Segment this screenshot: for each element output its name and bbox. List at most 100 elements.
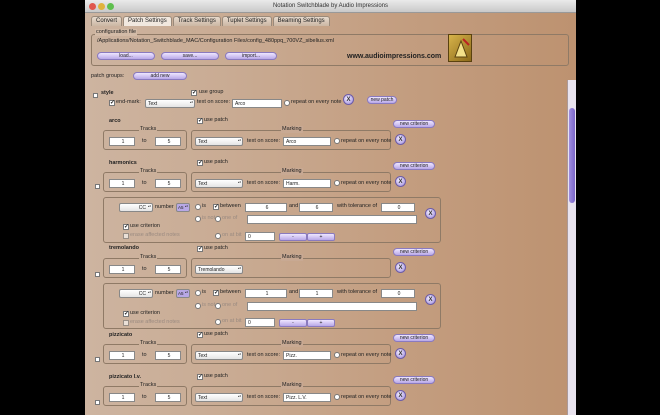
- arco-remove-button[interactable]: X: [395, 134, 406, 145]
- harmonics-one-of-radio[interactable]: [215, 216, 221, 222]
- new-patch-button[interactable]: new patch: [367, 96, 397, 104]
- zoom-window-button[interactable]: [107, 3, 114, 10]
- tremolando-expand-toggle[interactable]: [95, 272, 100, 277]
- arco-track-to[interactable]: 5: [155, 137, 181, 146]
- pizzicato-lv-repeat-radio[interactable]: [334, 394, 340, 400]
- tremolando-type-select[interactable]: Tremolando: [195, 265, 243, 274]
- harmonics-between-checkbox[interactable]: ✓: [213, 204, 219, 210]
- tremolando-number-select[interactable]: A5: [176, 289, 190, 298]
- tremolando-remove-button[interactable]: X: [395, 262, 406, 273]
- tremolando-bit-field[interactable]: 0: [245, 318, 275, 327]
- tremolando-between-low[interactable]: 1: [245, 289, 287, 298]
- tremolando-track-from[interactable]: 1: [109, 265, 135, 274]
- harmonics-one-of-field[interactable]: [247, 215, 417, 224]
- harmonics-track-to[interactable]: 5: [155, 179, 181, 188]
- arco-track-from[interactable]: 1: [109, 137, 135, 146]
- harmonics-between-low[interactable]: 6: [245, 203, 287, 212]
- pizzicato-lv-text-field[interactable]: Pizz. L.V.: [283, 393, 331, 402]
- tremolando-is-radio[interactable]: [195, 290, 201, 296]
- pizzicato-lv-track-to[interactable]: 5: [155, 393, 181, 402]
- tremolando-bit-radio[interactable]: [215, 319, 221, 325]
- harmonics-is-radio[interactable]: [195, 204, 201, 210]
- tab-convert[interactable]: Convert: [91, 16, 123, 26]
- tremolando-tolerance-field[interactable]: 0: [381, 289, 415, 298]
- use-group-checkbox[interactable]: ✓: [191, 90, 197, 96]
- harmonics-use-criterion-checkbox[interactable]: ✓: [123, 224, 129, 230]
- harmonics-bit-radio[interactable]: [215, 233, 221, 239]
- harmonics-bit-plus-button[interactable]: +: [307, 233, 335, 241]
- pizzicato-expand-toggle[interactable]: [95, 357, 100, 362]
- vertical-scrollbar[interactable]: [567, 80, 576, 415]
- harmonics-criterion-remove-button[interactable]: X: [425, 208, 436, 219]
- harmonics-type-select[interactable]: Text: [195, 179, 243, 188]
- harmonics-repeat-radio[interactable]: [334, 180, 340, 186]
- style-remove-button[interactable]: X: [343, 94, 354, 105]
- arco-use-patch-checkbox[interactable]: ✓: [197, 118, 203, 124]
- tremolando-use-criterion-checkbox[interactable]: ✓: [123, 311, 129, 317]
- tremolando-is-not-radio[interactable]: [195, 303, 201, 309]
- pizzicato-lv-expand-toggle[interactable]: [95, 400, 100, 405]
- style-repeat-radio[interactable]: [284, 100, 290, 106]
- pizzicato-lv-type-select[interactable]: Text: [195, 393, 243, 402]
- tremolando-track-to[interactable]: 5: [155, 265, 181, 274]
- harmonics-bit-field[interactable]: 0: [245, 232, 275, 241]
- import-button[interactable]: import...: [225, 52, 277, 60]
- close-window-button[interactable]: [89, 3, 96, 10]
- style-text-on-score-field[interactable]: Arco: [232, 99, 282, 108]
- tremolando-one-of-radio[interactable]: [215, 303, 221, 309]
- tremolando-cc-select[interactable]: CC: [119, 289, 153, 298]
- harmonics-tolerance-field[interactable]: 0: [381, 203, 415, 212]
- tab-patch-settings[interactable]: Patch Settings: [123, 16, 172, 26]
- harmonics-track-from[interactable]: 1: [109, 179, 135, 188]
- minimize-window-button[interactable]: [98, 3, 105, 10]
- arco-new-criterion-button[interactable]: new criterion: [393, 120, 435, 128]
- tremolando-criterion-remove-button[interactable]: X: [425, 294, 436, 305]
- tremolando-new-criterion-button[interactable]: new criterion: [393, 248, 435, 256]
- harmonics-expand-toggle[interactable]: [95, 184, 100, 189]
- harmonics-new-criterion-button[interactable]: new criterion: [393, 162, 435, 170]
- harmonics-is-not-radio[interactable]: [195, 216, 201, 222]
- pizzicato-type-select[interactable]: Text: [195, 351, 243, 360]
- tremolando-between-high[interactable]: 1: [299, 289, 333, 298]
- style-expand-toggle[interactable]: [93, 93, 98, 98]
- tab-tuplet-settings[interactable]: Tuplet Settings: [221, 16, 272, 26]
- harmonics-text-field[interactable]: Harm.: [283, 179, 331, 188]
- harmonics-between-high[interactable]: 6: [299, 203, 333, 212]
- pizzicato-use-patch-checkbox[interactable]: ✓: [197, 332, 203, 338]
- pizzicato-text-field[interactable]: Pizz.: [283, 351, 331, 360]
- arco-type-select[interactable]: Text: [195, 137, 243, 146]
- pizzicato-lv-remove-button[interactable]: X: [395, 390, 406, 401]
- tremolando-to-label: to: [142, 266, 147, 272]
- harmonics-remove-button[interactable]: X: [395, 176, 406, 187]
- save-button[interactable]: save...: [161, 52, 219, 60]
- arco-text-field[interactable]: Arco: [283, 137, 331, 146]
- tremolando-use-patch-checkbox[interactable]: ✓: [197, 246, 203, 252]
- harmonics-erase-checkbox[interactable]: [123, 233, 129, 239]
- tremolando-between-checkbox[interactable]: ✓: [213, 290, 219, 296]
- load-button[interactable]: load...: [97, 52, 155, 60]
- pizzicato-repeat-radio[interactable]: [334, 352, 340, 358]
- scrollbar-thumb[interactable]: [569, 108, 575, 203]
- tremolando-one-of-field[interactable]: [247, 302, 417, 311]
- pizzicato-new-criterion-button[interactable]: new criterion: [393, 334, 435, 342]
- harmonics-cc-select[interactable]: CC: [119, 203, 153, 212]
- end-mark-select[interactable]: Text: [145, 99, 195, 108]
- arco-repeat-radio[interactable]: [334, 138, 340, 144]
- tab-beaming-settings[interactable]: Beaming Settings: [272, 16, 330, 26]
- pizzicato-track-from[interactable]: 1: [109, 351, 135, 360]
- tab-track-settings[interactable]: Track Settings: [172, 16, 221, 26]
- harmonics-number-select[interactable]: A5: [176, 203, 190, 212]
- tremolando-bit-plus-button[interactable]: +: [307, 319, 335, 327]
- tremolando-erase-checkbox[interactable]: [123, 320, 129, 326]
- pizzicato-lv-track-from[interactable]: 1: [109, 393, 135, 402]
- tremolando-bit-minus-button[interactable]: -: [279, 319, 307, 327]
- harmonics-bit-minus-button[interactable]: -: [279, 233, 307, 241]
- pizzicato-remove-button[interactable]: X: [395, 348, 406, 359]
- pizzicato-repeat-label: repeat on every note: [341, 352, 392, 358]
- harmonics-use-patch-checkbox[interactable]: ✓: [197, 160, 203, 166]
- pizzicato-lv-use-patch-checkbox[interactable]: ✓: [197, 374, 203, 380]
- pizzicato-track-to[interactable]: 5: [155, 351, 181, 360]
- end-mark-checkbox[interactable]: ✓: [109, 100, 115, 106]
- pizzicato-lv-new-criterion-button[interactable]: new criterion: [393, 376, 435, 384]
- add-new-group-button[interactable]: add new: [133, 72, 187, 80]
